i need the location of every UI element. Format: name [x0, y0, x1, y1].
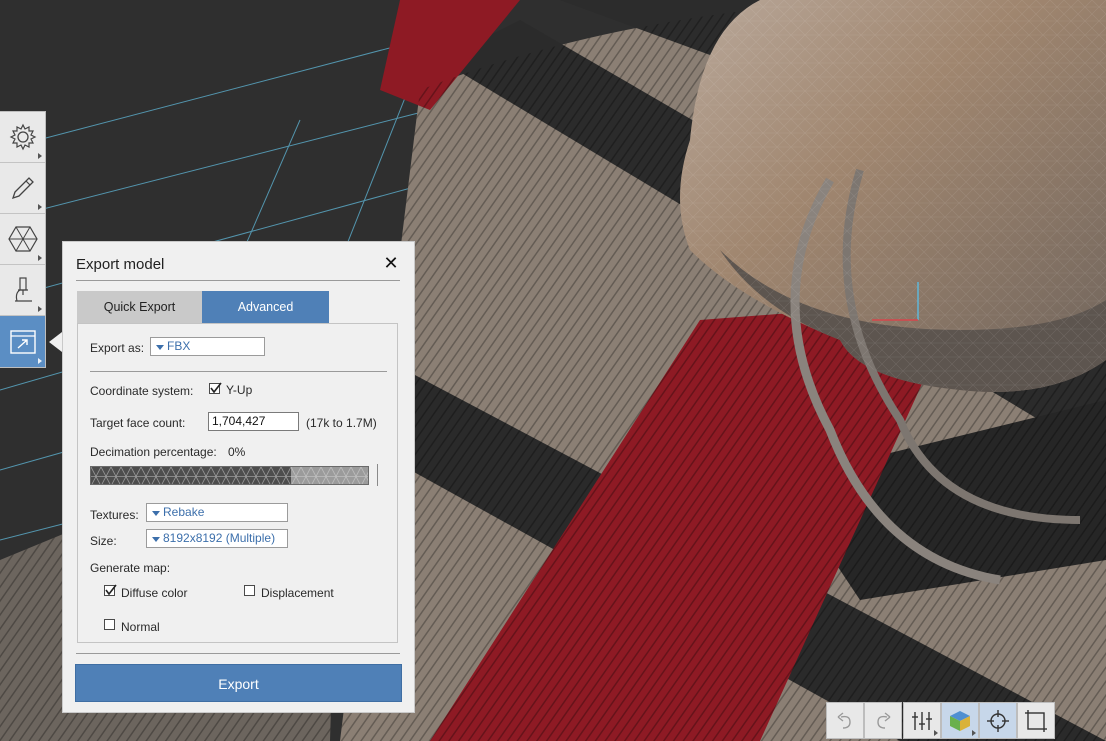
generate-map-label: Generate map:	[90, 561, 171, 575]
history-toolbar	[826, 702, 902, 739]
tab-bar: Quick Export Advanced	[77, 291, 329, 323]
undo-icon	[837, 711, 851, 729]
expand-arrow-icon	[972, 730, 976, 736]
frame-icon	[1025, 709, 1047, 732]
advanced-panel: Export as: FBX Coordinate system: Y-Up T…	[77, 323, 398, 643]
crosshair-icon	[987, 709, 1009, 732]
gear-icon	[9, 123, 36, 151]
focus-button[interactable]	[979, 702, 1017, 739]
edit-tool-button[interactable]	[0, 163, 45, 214]
close-icon[interactable]: ✕	[383, 254, 399, 272]
section-divider	[90, 371, 387, 372]
slider-end-marker	[377, 464, 378, 486]
textures-select[interactable]: Rebake	[146, 503, 288, 522]
expand-arrow-icon	[38, 255, 42, 261]
diffuse-color-checkbox[interactable]	[104, 584, 117, 596]
export-model-dialog: Export model ✕ Quick Export Advanced Exp…	[62, 241, 415, 713]
displacement-label: Displacement	[261, 586, 334, 600]
export-format-select[interactable]: FBX	[150, 337, 265, 356]
mesh-tool-button[interactable]	[0, 214, 45, 265]
expand-arrow-icon	[38, 153, 42, 159]
undo-button[interactable]	[826, 702, 864, 739]
export-format-value: FBX	[167, 339, 191, 353]
tab-advanced[interactable]: Advanced	[202, 291, 329, 323]
checkmark-icon	[105, 584, 117, 596]
pencil-icon	[11, 177, 34, 200]
title-divider	[76, 280, 400, 281]
decimation-slider[interactable]	[90, 466, 369, 485]
shading-mode-button[interactable]	[941, 702, 979, 739]
size-label: Size:	[90, 534, 117, 548]
dialog-title: Export model	[76, 256, 165, 273]
dialog-pointer	[49, 332, 62, 352]
dropdown-caret-icon	[152, 511, 160, 516]
expand-arrow-icon	[38, 306, 42, 312]
decimation-value: 0%	[228, 445, 246, 459]
expand-arrow-icon	[38, 204, 42, 210]
frame-view-button[interactable]	[1017, 702, 1055, 739]
textures-value: Rebake	[163, 505, 205, 519]
dropdown-caret-icon	[152, 537, 160, 542]
target-face-count-label: Target face count:	[90, 416, 186, 430]
left-toolbar	[0, 111, 46, 368]
tab-quick-export[interactable]: Quick Export	[77, 291, 202, 323]
shaded-cube-icon	[950, 710, 970, 731]
export-as-label: Export as:	[90, 341, 145, 355]
decimation-label: Decimation percentage:	[90, 445, 217, 459]
face-count-range: (17k to 1.7M)	[306, 416, 377, 430]
y-up-label: Y-Up	[226, 383, 253, 397]
inspect-tool-button[interactable]	[0, 265, 45, 316]
adjust-button[interactable]	[903, 702, 941, 739]
microscope-icon	[14, 277, 32, 302]
size-select[interactable]: 8192x8192 (Multiple)	[146, 529, 288, 548]
mesh-icon	[7, 226, 38, 252]
settings-tool-button[interactable]	[0, 112, 45, 163]
dropdown-caret-icon	[156, 345, 164, 350]
diffuse-color-label: Diffuse color	[121, 586, 188, 600]
expand-arrow-icon	[934, 730, 938, 736]
footer-divider	[76, 653, 400, 654]
slider-track	[91, 467, 368, 484]
size-value: 8192x8192 (Multiple)	[163, 531, 276, 545]
normal-checkbox[interactable]	[104, 619, 115, 630]
export-tool-button[interactable]	[0, 316, 45, 367]
y-up-checkbox[interactable]	[209, 382, 222, 394]
displacement-checkbox[interactable]	[244, 585, 255, 596]
redo-button[interactable]	[864, 702, 902, 739]
adjust-sliders-icon	[912, 711, 932, 730]
coordinate-system-label: Coordinate system:	[90, 384, 194, 398]
redo-icon	[877, 711, 891, 729]
normal-label: Normal	[121, 620, 160, 634]
export-button[interactable]: Export	[75, 664, 402, 702]
textures-label: Textures:	[90, 508, 139, 522]
checkmark-icon	[210, 382, 222, 394]
export-icon	[9, 329, 36, 354]
expand-arrow-icon	[38, 358, 42, 364]
target-face-count-input[interactable]: 1,704,427	[208, 412, 299, 431]
view-toolbar	[903, 702, 1055, 739]
